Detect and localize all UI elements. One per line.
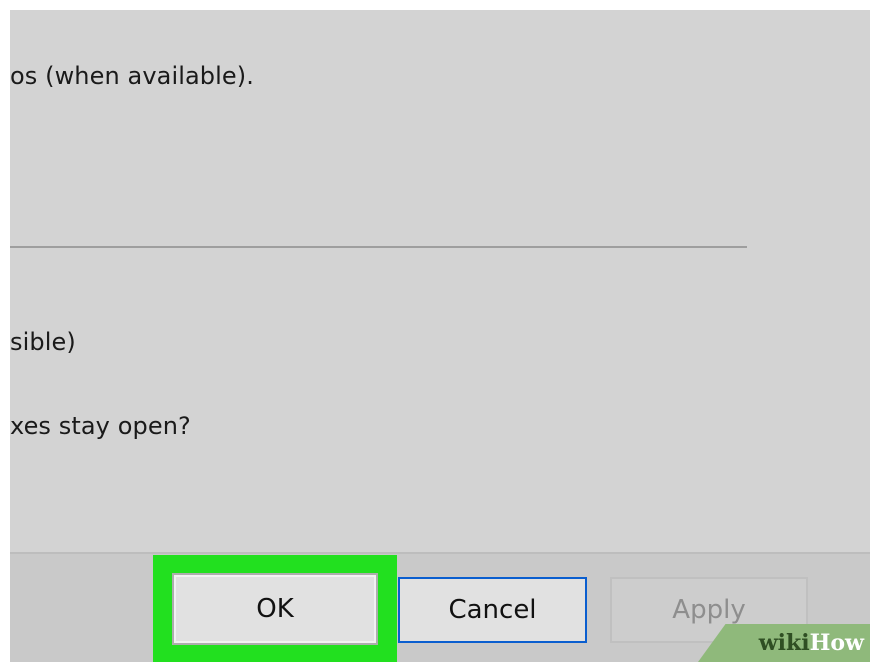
cancel-button[interactable]: Cancel bbox=[398, 577, 587, 643]
dialog-text-line: sible) bbox=[10, 328, 76, 356]
settings-dialog: os (when available). sible) xes stay ope… bbox=[10, 10, 870, 662]
dialog-text-line: os (when available). bbox=[10, 62, 254, 90]
watermark-wiki: wiki bbox=[758, 630, 810, 656]
wikihow-watermark: wiki How bbox=[698, 624, 870, 662]
dialog-text-line: xes stay open? bbox=[10, 412, 191, 440]
divider bbox=[10, 246, 747, 248]
watermark-how: How bbox=[809, 630, 864, 656]
screenshot-stage: os (when available). sible) xes stay ope… bbox=[0, 0, 870, 662]
ok-button[interactable]: OK bbox=[172, 573, 378, 645]
